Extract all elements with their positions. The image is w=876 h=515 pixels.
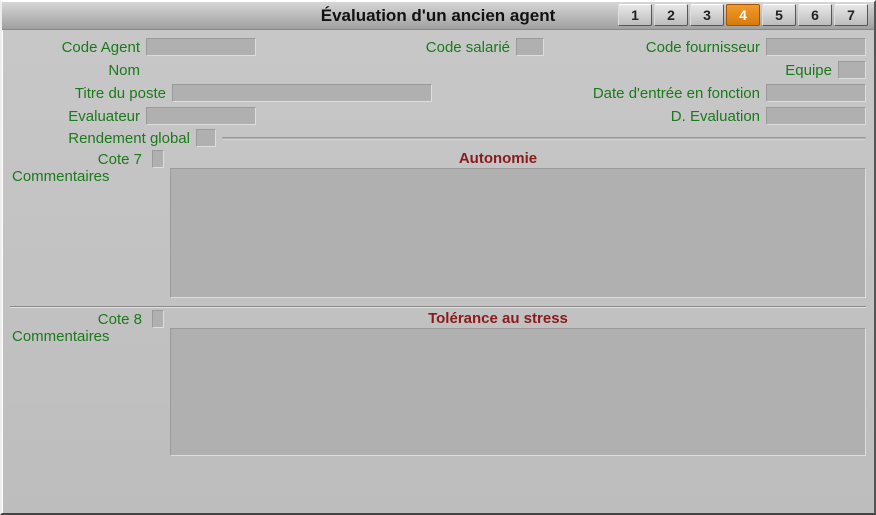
input-code-agent[interactable] (146, 38, 256, 56)
page-tab-4[interactable]: 4 (726, 4, 760, 26)
divider-rendement (222, 137, 866, 140)
textarea-commentaires-7[interactable] (170, 168, 866, 298)
input-date-entree[interactable] (766, 84, 866, 102)
label-code-salarie: Code salarié (256, 39, 516, 56)
page-tab-3[interactable]: 3 (690, 4, 724, 26)
evaluation-window: Évaluation d'un ancien agent 1 2 3 4 5 6… (0, 0, 876, 515)
label-cote-7: Cote 7 (98, 151, 148, 168)
section-title-autonomie: Autonomie (170, 150, 826, 167)
input-rendement-global[interactable] (196, 129, 216, 147)
input-equipe[interactable] (838, 61, 866, 79)
label-rendement-global: Rendement global (10, 130, 196, 147)
label-evaluateur: Evaluateur (10, 108, 146, 125)
label-equipe: Equipe (758, 62, 838, 79)
section-divider (10, 306, 866, 308)
input-cote-7[interactable] (152, 150, 164, 168)
page-tab-6[interactable]: 6 (798, 4, 832, 26)
label-nom: Nom (10, 62, 146, 79)
label-code-agent: Code Agent (10, 39, 146, 56)
input-code-fournisseur[interactable] (766, 38, 866, 56)
page-tab-1[interactable]: 1 (618, 4, 652, 26)
label-d-evaluation: D. Evaluation (256, 108, 766, 125)
titlebar: Évaluation d'un ancien agent 1 2 3 4 5 6… (2, 2, 874, 30)
page-tab-5[interactable]: 5 (762, 4, 796, 26)
input-cote-8[interactable] (152, 310, 164, 328)
label-date-entree: Date d'entrée en fonction (432, 85, 766, 102)
input-code-salarie[interactable] (516, 38, 544, 56)
section-title-tolerance: Tolérance au stress (170, 310, 826, 327)
page-tabs: 1 2 3 4 5 6 7 (618, 4, 868, 26)
label-commentaires-7: Commentaires (10, 168, 170, 302)
label-titre-poste: Titre du poste (10, 85, 172, 102)
page-tab-7[interactable]: 7 (834, 4, 868, 26)
input-titre-poste[interactable] (172, 84, 432, 102)
page-tab-2[interactable]: 2 (654, 4, 688, 26)
input-d-evaluation[interactable] (766, 107, 866, 125)
textarea-commentaires-8[interactable] (170, 328, 866, 456)
label-code-fournisseur: Code fournisseur (544, 39, 766, 56)
input-evaluateur[interactable] (146, 107, 256, 125)
form-body: Code Agent Code salarié Code fournisseur… (2, 30, 874, 513)
label-cote-8: Cote 8 (98, 311, 148, 328)
label-commentaires-8: Commentaires (10, 328, 170, 460)
